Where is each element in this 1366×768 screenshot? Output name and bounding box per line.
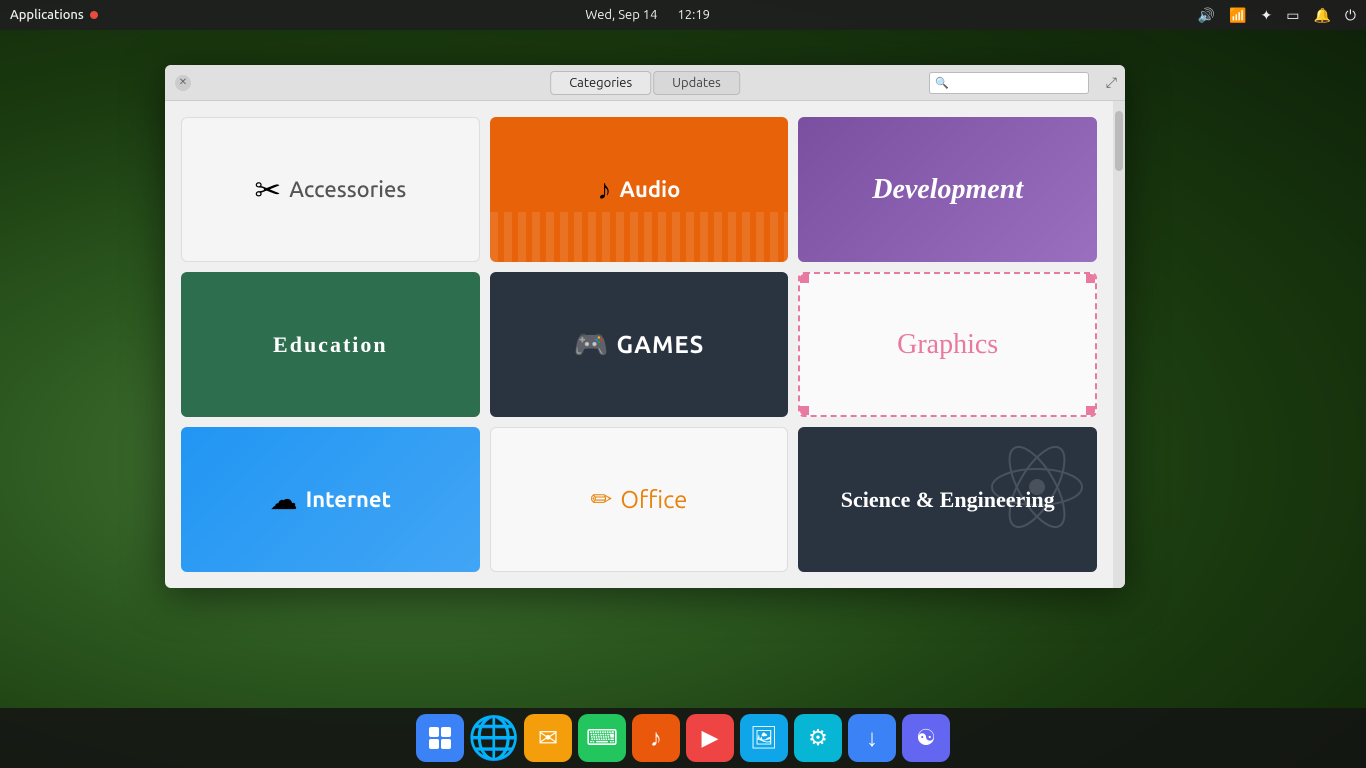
category-accessories[interactable]: ✂ Accessories — [181, 117, 480, 262]
window-close-button[interactable]: ✕ — [175, 75, 191, 91]
music-icon: ♪ — [650, 724, 662, 753]
software-center-window: ✕ Categories Updates 🔍 ⤢ ✂ Accessories ♪ — [165, 65, 1125, 588]
scrollbar-track[interactable] — [1113, 101, 1125, 588]
tab-updates[interactable]: Updates — [653, 71, 740, 95]
topbar: Applications Wed, Sep 14 12:19 🔊 📶 ✦ ▭ 🔔… — [0, 0, 1366, 30]
window-body: ✂ Accessories ♪ Audio Development — [165, 101, 1125, 588]
power-icon[interactable]: ⏻ — [1345, 7, 1356, 24]
games-label: GAMES — [617, 331, 705, 358]
battery-icon[interactable]: ▭ — [1286, 7, 1299, 24]
office-label: Office — [620, 486, 687, 513]
education-label: Education — [273, 332, 388, 358]
games-icon: 🎮 — [574, 328, 609, 361]
scrollbar-thumb[interactable] — [1115, 111, 1123, 171]
app-indicator-dot — [90, 11, 98, 19]
category-education[interactable]: Education — [181, 272, 480, 417]
bluetooth-icon[interactable]: ✦ — [1261, 7, 1273, 24]
accessories-icon: ✂ — [254, 171, 281, 209]
notification-icon[interactable]: 🔔 — [1313, 7, 1330, 24]
dock-icon-mail[interactable]: ✉ — [524, 714, 572, 762]
topbar-right: 🔊 📶 ✦ ▭ 🔔 ⏻ — [1198, 7, 1356, 24]
window-search: 🔍 — [929, 72, 1089, 94]
category-office[interactable]: ✏ Office — [490, 427, 789, 572]
apps-grid-icon — [427, 725, 453, 751]
dock-icon-music[interactable]: ♪ — [632, 714, 680, 762]
topbar-center: Wed, Sep 14 12:19 — [585, 8, 710, 22]
categories-grid: ✂ Accessories ♪ Audio Development — [165, 101, 1113, 588]
graphics-corner-bl — [799, 406, 809, 416]
video-play-icon: ▶ — [702, 725, 719, 751]
dock-icon-photos[interactable]: 🖼 — [740, 714, 788, 762]
internet-icon: ☁ — [270, 483, 298, 516]
category-development[interactable]: Development — [798, 117, 1097, 262]
search-input[interactable] — [929, 72, 1089, 94]
appstore-icon: ☯ — [916, 725, 936, 751]
accessories-label: Accessories — [289, 177, 406, 202]
tab-categories[interactable]: Categories — [550, 71, 651, 95]
category-audio[interactable]: ♪ Audio — [490, 117, 789, 262]
category-games[interactable]: 🎮 GAMES — [490, 272, 789, 417]
category-science[interactable]: Science & Engineering — [798, 427, 1097, 572]
download-icon: ↓ — [866, 724, 878, 753]
dock-icon-video[interactable]: ▶ — [686, 714, 734, 762]
development-label: Development — [872, 174, 1023, 206]
dock-icon-apps[interactable] — [416, 714, 464, 762]
photos-icon: 🖼 — [750, 725, 778, 751]
browser-globe-icon: 🌐 — [468, 713, 520, 763]
category-internet[interactable]: ☁ Internet — [181, 427, 480, 572]
taskbar: 🌐 ✉ ⌨ ♪ ▶ 🖼 ⚙ ↓ ☯ — [0, 708, 1366, 768]
graphics-corner-tr — [1086, 273, 1096, 283]
window-titlebar: ✕ Categories Updates 🔍 ⤢ — [165, 65, 1125, 101]
topbar-left: Applications — [10, 8, 98, 22]
topbar-time: 12:19 — [677, 8, 710, 22]
dock-icon-keyboard[interactable]: ⌨ — [578, 714, 626, 762]
applications-menu[interactable]: Applications — [10, 8, 84, 22]
audio-icon: ♪ — [598, 174, 612, 206]
toggle-icon: ⚙ — [808, 725, 828, 751]
dock-icon-settings[interactable]: ⚙ — [794, 714, 842, 762]
graphics-corner-tl — [799, 273, 809, 283]
category-graphics[interactable]: Graphics — [798, 272, 1097, 417]
graphics-corner-br — [1086, 406, 1096, 416]
audio-label: Audio — [620, 177, 681, 202]
window-expand-button[interactable]: ⤢ — [1106, 74, 1117, 91]
dock-icon-appstore[interactable]: ☯ — [902, 714, 950, 762]
dock-icon-download[interactable]: ↓ — [848, 714, 896, 762]
keyboard-icon: ⌨ — [586, 725, 618, 751]
science-label: Science & Engineering — [841, 487, 1055, 513]
internet-label: Internet — [306, 487, 391, 512]
window-tabs: Categories Updates — [550, 71, 740, 95]
volume-icon[interactable]: 🔊 — [1198, 7, 1215, 24]
dock-icon-browser[interactable]: 🌐 — [470, 714, 518, 762]
mail-icon: ✉ — [538, 724, 558, 752]
wifi-icon[interactable]: 📶 — [1229, 7, 1246, 24]
office-icon: ✏ — [591, 484, 613, 515]
search-icon: 🔍 — [935, 76, 949, 89]
graphics-label: Graphics — [897, 329, 998, 361]
topbar-date: Wed, Sep 14 — [585, 8, 657, 22]
